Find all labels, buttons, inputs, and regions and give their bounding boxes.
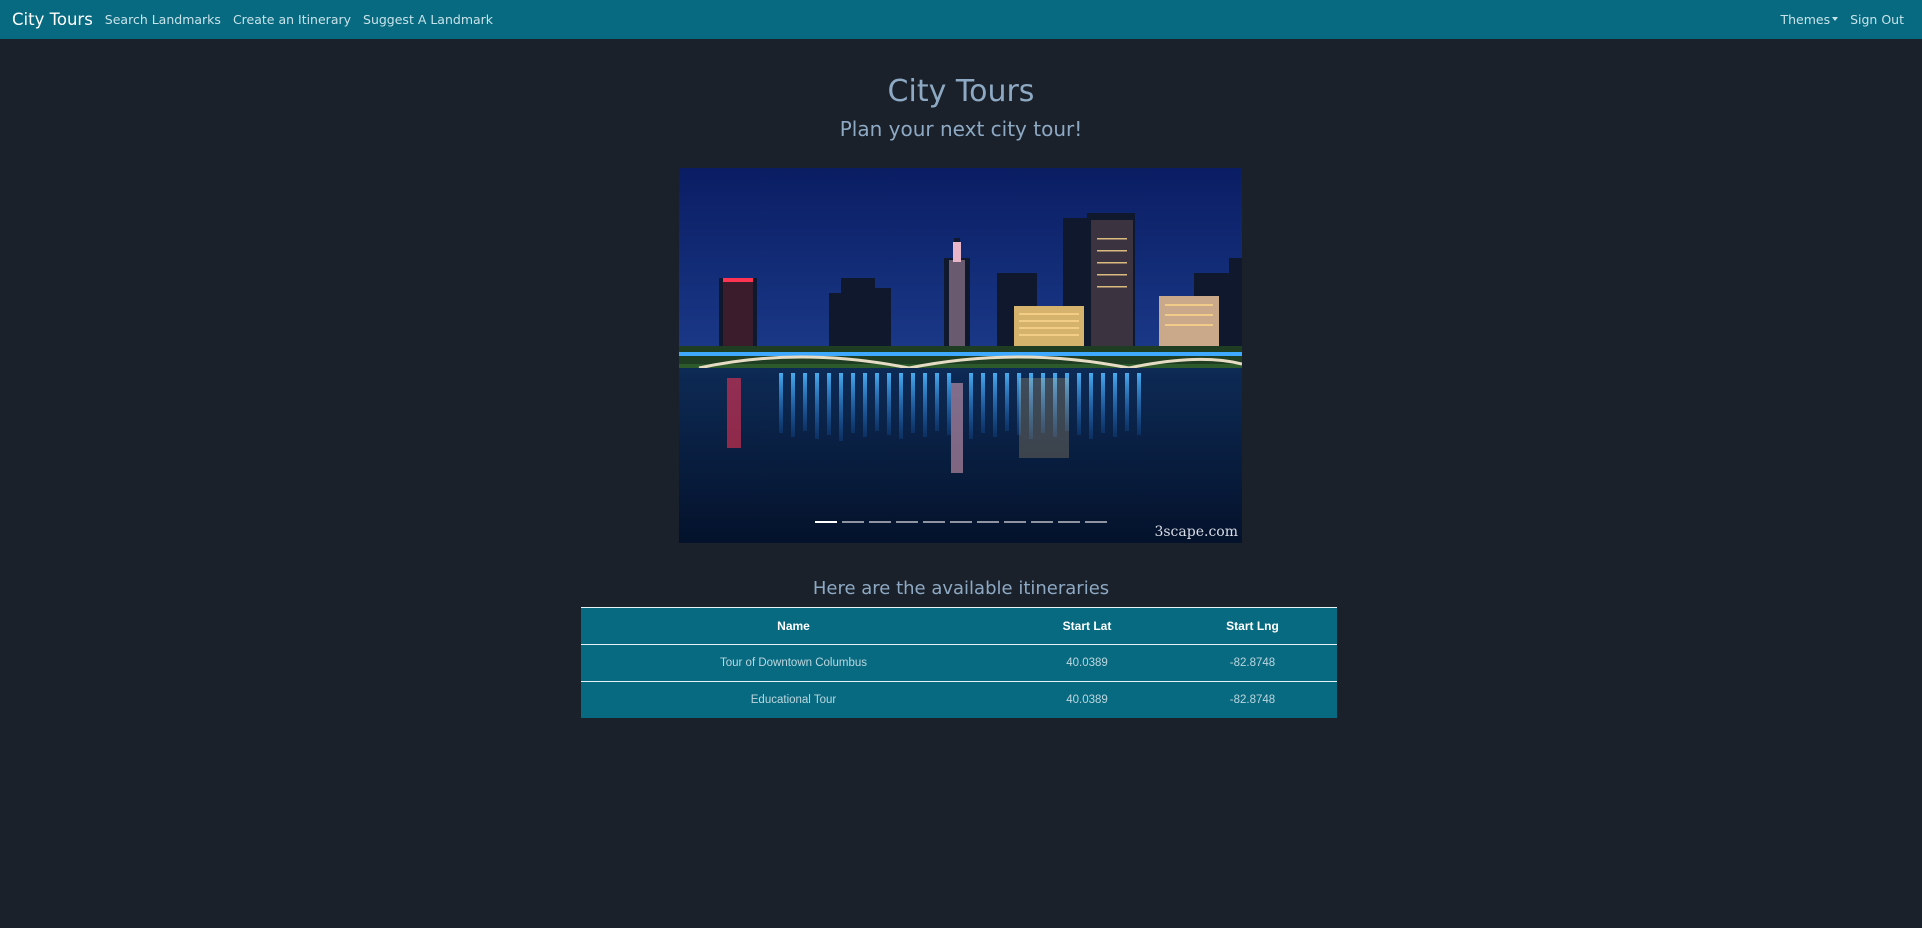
table-row[interactable]: Tour of Downtown Columbus 40.0389 -82.87… bbox=[581, 644, 1337, 682]
image-watermark: 3scape.com bbox=[1154, 524, 1238, 540]
carousel-indicator[interactable] bbox=[1057, 521, 1080, 523]
themes-dropdown[interactable]: Themes bbox=[1774, 12, 1844, 27]
themes-label: Themes bbox=[1780, 12, 1831, 27]
itinerary-start-lat: 40.0389 bbox=[1066, 694, 1108, 706]
carousel-indicator[interactable] bbox=[1003, 521, 1026, 523]
page-title: City Tours bbox=[887, 74, 1035, 109]
carousel-indicator[interactable] bbox=[814, 521, 837, 523]
itineraries-heading: Here are the available itineraries bbox=[812, 578, 1110, 599]
nav-create-itinerary[interactable]: Create an Itinerary bbox=[227, 12, 357, 27]
sign-out-link[interactable]: Sign Out bbox=[1844, 12, 1910, 27]
itinerary-name[interactable]: Educational Tour bbox=[581, 682, 1006, 719]
caret-down-icon bbox=[1832, 17, 1839, 21]
carousel-indicator[interactable] bbox=[1030, 521, 1053, 523]
table-header-row: Name Start Lat Start Lng bbox=[581, 607, 1337, 645]
carousel-indicator[interactable] bbox=[868, 521, 891, 523]
carousel-indicator[interactable] bbox=[895, 521, 918, 523]
carousel-indicators bbox=[679, 521, 1242, 523]
itinerary-start-lng: -82.8748 bbox=[1168, 644, 1337, 682]
page-subtitle: Plan your next city tour! bbox=[839, 117, 1083, 141]
itineraries-table: Name Start Lat Start Lng Tour of Downtow… bbox=[581, 607, 1337, 718]
column-header-name[interactable]: Name bbox=[581, 607, 1006, 645]
city-skyline-image bbox=[679, 168, 1242, 543]
navbar-right: Themes Sign Out bbox=[1774, 0, 1922, 39]
nav-search-landmarks[interactable]: Search Landmarks bbox=[99, 12, 227, 27]
brand-link[interactable]: City Tours bbox=[12, 10, 93, 29]
table-row[interactable]: Educational Tour 40.0389 -82.8748 bbox=[581, 682, 1337, 719]
itinerary-start-lng: -82.8748 bbox=[1229, 694, 1276, 706]
itinerary-name[interactable]: Tour of Downtown Columbus bbox=[581, 644, 1006, 682]
image-carousel[interactable]: 3scape.com bbox=[679, 168, 1242, 543]
carousel-indicator[interactable] bbox=[1084, 521, 1107, 523]
top-navbar: City Tours Search Landmarks Create an It… bbox=[0, 0, 1922, 39]
column-header-start-lat[interactable]: Start Lat bbox=[1006, 607, 1168, 645]
nav-suggest-landmark[interactable]: Suggest A Landmark bbox=[357, 12, 499, 27]
carousel-indicator[interactable] bbox=[976, 521, 999, 523]
column-header-start-lng[interactable]: Start Lng bbox=[1168, 607, 1337, 645]
carousel-indicator[interactable] bbox=[841, 521, 864, 523]
carousel-indicator[interactable] bbox=[949, 521, 972, 523]
carousel-indicator[interactable] bbox=[922, 521, 945, 523]
itinerary-start-lat: 40.0389 bbox=[1006, 644, 1168, 682]
